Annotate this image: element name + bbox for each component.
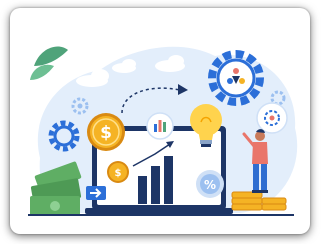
percent-icon: % <box>196 170 224 198</box>
dollar-coin-icon: $ <box>87 113 125 151</box>
money-stack-icon <box>30 161 82 216</box>
illustration-card: % $ $ <box>10 8 310 234</box>
svg-text:$: $ <box>100 123 112 143</box>
svg-text:%: % <box>204 178 216 192</box>
coin-stack-icon <box>231 191 287 211</box>
ground-line <box>28 214 294 216</box>
arrow-right-icon <box>86 186 106 200</box>
idea-bubble <box>256 102 288 134</box>
growth-illustration: % $ $ <box>28 46 298 216</box>
leaf-icon <box>30 46 68 80</box>
svg-text:$: $ <box>115 168 122 179</box>
gear-icon <box>208 50 264 106</box>
dollar-coin-icon: $ <box>107 161 129 183</box>
analytics-bubble <box>146 112 174 140</box>
image-frame: % $ $ <box>0 0 322 244</box>
